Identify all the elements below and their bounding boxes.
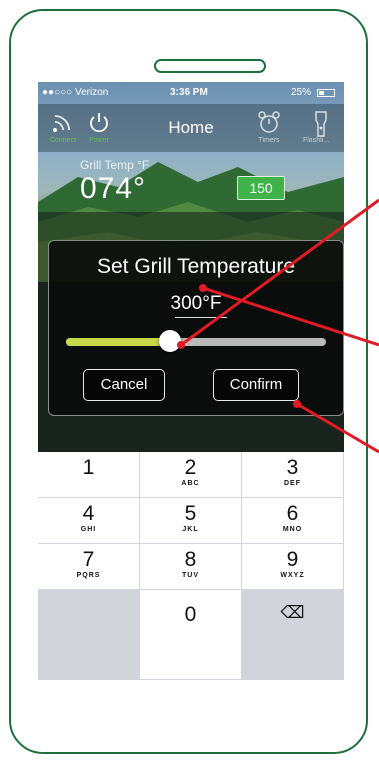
annotation-dot-slider	[177, 341, 185, 349]
annotation-dot-confirm	[293, 400, 301, 408]
annotation-arrow-confirm	[296, 402, 379, 454]
annotation-arrow-value	[202, 286, 379, 347]
annotation-arrow-slider	[180, 198, 379, 347]
annotation-dot-value	[199, 284, 207, 292]
annotation-arrows	[177, 198, 379, 454]
